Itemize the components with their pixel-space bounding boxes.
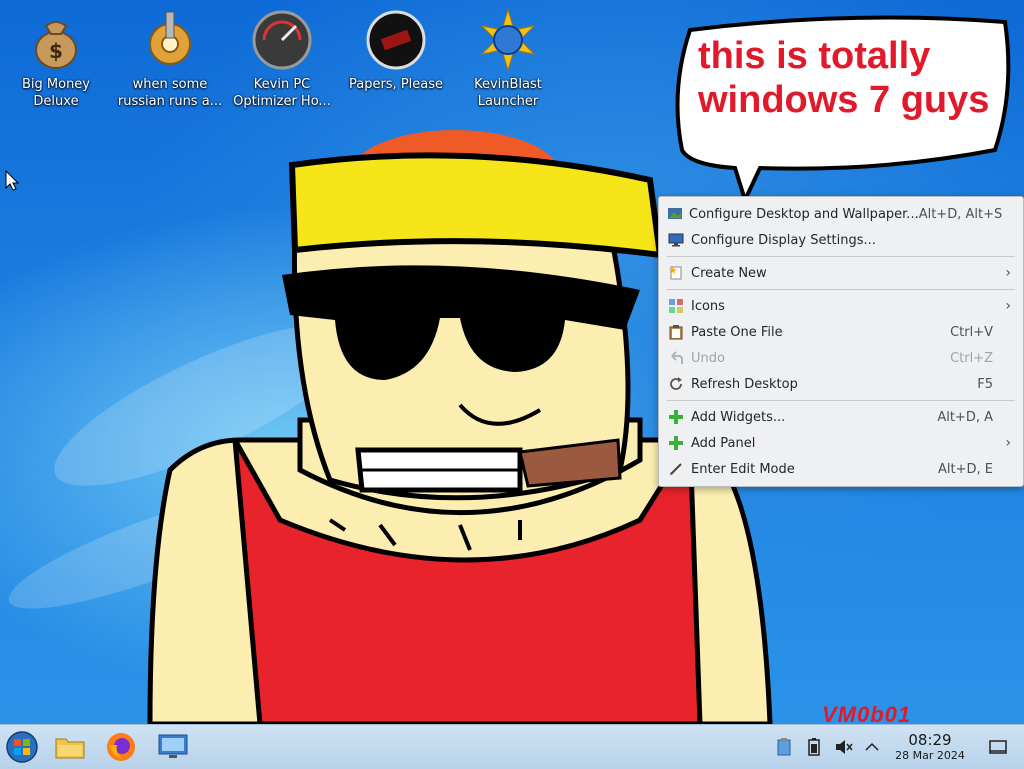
menu-item-add-panel[interactable]: Add Panel › xyxy=(659,430,1023,456)
clock-date: 28 Mar 2024 xyxy=(895,749,965,762)
clipboard-icon[interactable] xyxy=(774,737,794,757)
menu-item-shortcut: Ctrl+Z xyxy=(950,350,993,366)
menu-item-shortcut: F5 xyxy=(977,376,993,392)
menu-separator xyxy=(667,400,1015,401)
speedometer-icon xyxy=(252,10,312,70)
add-icon xyxy=(667,434,685,452)
chevron-up-icon[interactable] xyxy=(862,737,882,757)
undo-icon xyxy=(667,349,685,367)
desktop-icon-russian[interactable]: when some russian runs a... xyxy=(114,8,226,110)
menu-item-undo[interactable]: Undo Ctrl+Z xyxy=(659,345,1023,371)
menu-item-label: Configure Display Settings... xyxy=(691,232,876,248)
clock-time: 08:29 xyxy=(908,731,952,749)
menu-item-icons[interactable]: Icons › xyxy=(659,293,1023,319)
volume-muted-icon[interactable] xyxy=(834,737,854,757)
speech-bubble-text: this is totally windows 7 guys xyxy=(698,34,1008,122)
file-manager-icon[interactable] xyxy=(54,731,86,763)
menu-item-label: Refresh Desktop xyxy=(691,376,798,392)
svg-text:$: $ xyxy=(49,39,63,63)
menu-item-label: Enter Edit Mode xyxy=(691,461,795,477)
gear-icon xyxy=(149,11,191,65)
display-icon xyxy=(667,231,685,249)
desktop-icon-label: when some russian runs a... xyxy=(117,77,223,109)
menu-item-label: Add Panel xyxy=(691,435,756,451)
menu-item-shortcut: Alt+D, A xyxy=(937,409,993,425)
refresh-icon xyxy=(667,375,685,393)
desktop-icon-papers-please[interactable]: Papers, Please xyxy=(340,8,452,93)
menu-item-label: Add Widgets... xyxy=(691,409,786,425)
menu-item-shortcut: Alt+D, E xyxy=(938,461,993,477)
papers-please-icon xyxy=(366,10,426,70)
desktop-icon-label: KevinBlast Launcher xyxy=(474,77,542,109)
menu-separator xyxy=(667,256,1015,257)
desktop-icon-label: Papers, Please xyxy=(348,77,444,92)
desktop-icon-label: Big Money Deluxe xyxy=(21,77,90,109)
system-settings-icon[interactable] xyxy=(157,731,189,763)
battery-icon[interactable] xyxy=(804,737,824,757)
menu-item-label: Configure Desktop and Wallpaper... xyxy=(689,206,919,222)
speech-bubble-line: windows 7 guys xyxy=(698,79,990,121)
menu-item-add-widgets[interactable]: Add Widgets... Alt+D, A xyxy=(659,404,1023,430)
menu-item-create-new[interactable]: Create New › xyxy=(659,260,1023,286)
desktop[interactable]: this is totally windows 7 guys $ Big Mon… xyxy=(0,0,1024,724)
menu-item-configure-display[interactable]: Configure Display Settings... xyxy=(659,227,1023,253)
desktop-icon-kevin-pc-optimizer[interactable]: Kevin PC Optimizer Ho... xyxy=(226,8,338,110)
chevron-right-icon: › xyxy=(1005,265,1011,281)
desktop-icon-big-money-deluxe[interactable]: $ Big Money Deluxe xyxy=(0,8,112,110)
menu-item-label: Undo xyxy=(691,350,725,366)
desktop-icon-label: Kevin PC Optimizer Ho... xyxy=(233,77,331,109)
add-icon xyxy=(667,408,685,426)
menu-item-label: Paste One File xyxy=(691,324,783,340)
menu-item-label: Create New xyxy=(691,265,767,281)
speech-bubble-line: this is totally xyxy=(698,35,931,77)
menu-item-enter-edit-mode[interactable]: Enter Edit Mode Alt+D, E xyxy=(659,456,1023,482)
menu-item-refresh[interactable]: Refresh Desktop F5 xyxy=(659,371,1023,397)
desktop-context-menu: Configure Desktop and Wallpaper... Alt+D… xyxy=(658,196,1024,487)
start-orb-icon[interactable] xyxy=(6,731,38,763)
mouse-cursor-icon xyxy=(5,170,19,191)
menu-separator xyxy=(667,289,1015,290)
menu-item-label: Icons xyxy=(691,298,725,314)
taskbar-clock[interactable]: 08:29 28 Mar 2024 xyxy=(884,731,976,763)
paste-icon xyxy=(667,323,685,341)
starburst-icon xyxy=(480,8,536,72)
desktop-icon-kevinblast-launcher[interactable]: KevinBlast Launcher xyxy=(452,8,564,110)
menu-item-shortcut: Ctrl+V xyxy=(950,324,993,340)
wallpaper-icon xyxy=(667,205,683,223)
firefox-icon[interactable] xyxy=(105,731,137,763)
menu-item-paste[interactable]: Paste One File Ctrl+V xyxy=(659,319,1023,345)
edit-icon xyxy=(667,460,685,478)
show-desktop-icon[interactable] xyxy=(988,737,1008,757)
chevron-right-icon: › xyxy=(1005,435,1011,451)
money-bag-icon: $ xyxy=(35,21,77,69)
menu-item-configure-desktop[interactable]: Configure Desktop and Wallpaper... Alt+D… xyxy=(659,201,1023,227)
create-new-icon xyxy=(667,264,685,282)
taskbar: 08:29 28 Mar 2024 xyxy=(0,724,1024,769)
icons-icon xyxy=(667,297,685,315)
menu-item-shortcut: Alt+D, Alt+S xyxy=(918,206,1003,222)
chevron-right-icon: › xyxy=(1005,298,1011,314)
